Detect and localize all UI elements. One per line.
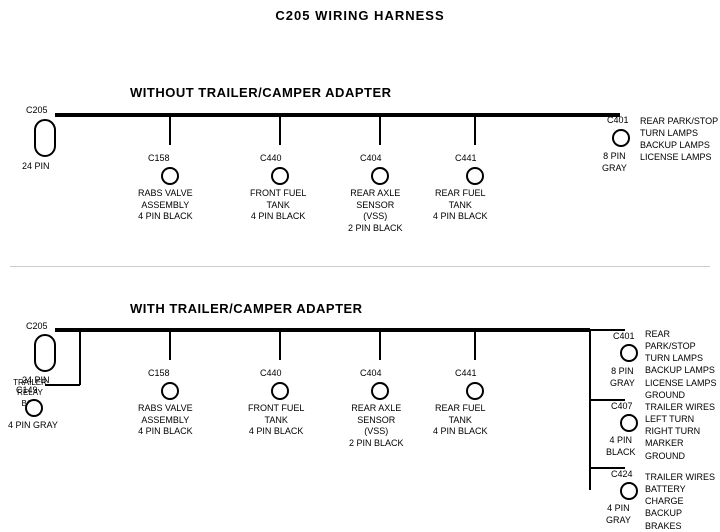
s1-c404-id: C404 xyxy=(360,153,382,165)
s1-right-connector-id: C401 xyxy=(607,115,629,127)
s2-c424-connector xyxy=(620,482,638,500)
page-title: C205 WIRING HARNESS xyxy=(0,0,720,23)
s2-c407-id: C407 xyxy=(611,401,633,413)
s1-left-connector xyxy=(34,119,56,157)
s2-c407-connector xyxy=(620,414,638,432)
s1-c158-connector xyxy=(161,167,179,185)
s1-c158-id: C158 xyxy=(148,153,170,165)
diagram-area: WITHOUT TRAILER/CAMPER ADAPTER C205 24 P… xyxy=(0,23,720,513)
s1-left-connector-pins: 24 PIN xyxy=(22,161,50,173)
s2-c424-id: C424 xyxy=(611,469,633,481)
s2-c441-label: REAR FUELTANK4 PIN BLACK xyxy=(433,403,488,438)
s2-c424-label: TRAILER WIRESBATTERY CHARGEBACKUPBRAKES xyxy=(645,471,720,532)
s2-c404-label: REAR AXLESENSOR(VSS)2 PIN BLACK xyxy=(349,403,404,450)
s2-left-connector-id: C205 xyxy=(26,321,48,333)
s2-c424-pins: 4 PINGRAY xyxy=(606,503,631,526)
s2-c441-id: C441 xyxy=(455,368,477,380)
s2-right-connector xyxy=(620,344,638,362)
s1-c158-label: RABS VALVEASSEMBLY4 PIN BLACK xyxy=(138,188,193,223)
s2-c149-id: C149 xyxy=(16,385,38,397)
s1-c440-connector xyxy=(271,167,289,185)
s2-c404-connector xyxy=(371,382,389,400)
s2-c149-pins: 4 PIN GRAY xyxy=(8,420,58,432)
s1-left-connector-id: C205 xyxy=(26,105,48,117)
s2-c158-connector xyxy=(161,382,179,400)
s2-c440-id: C440 xyxy=(260,368,282,380)
s1-right-connector-pins: 8 PINGRAY xyxy=(602,151,627,174)
divider xyxy=(10,266,710,267)
s2-c149-connector xyxy=(25,399,43,417)
s1-c441-connector xyxy=(466,167,484,185)
s2-c404-id: C404 xyxy=(360,368,382,380)
s1-c404-connector xyxy=(371,167,389,185)
s2-right-connector-id: C401 xyxy=(613,331,635,343)
section2-label: WITH TRAILER/CAMPER ADAPTER xyxy=(130,301,363,316)
s2-right-connector-pins: 8 PINGRAY xyxy=(610,366,635,389)
s2-c158-label: RABS VALVEASSEMBLY4 PIN BLACK xyxy=(138,403,193,438)
s2-c158-id: C158 xyxy=(148,368,170,380)
s1-c440-id: C440 xyxy=(260,153,282,165)
s2-c440-label: FRONT FUELTANK4 PIN BLACK xyxy=(248,403,304,438)
s2-c407-pins: 4 PINBLACK xyxy=(606,435,636,458)
s2-c441-connector xyxy=(466,382,484,400)
s1-right-connector xyxy=(612,129,630,147)
s1-c404-label: REAR AXLESENSOR(VSS)2 PIN BLACK xyxy=(348,188,403,235)
section1-label: WITHOUT TRAILER/CAMPER ADAPTER xyxy=(130,85,392,100)
s2-left-connector xyxy=(34,334,56,372)
s1-right-labels: REAR PARK/STOPTURN LAMPSBACKUP LAMPSLICE… xyxy=(640,115,718,164)
s1-c440-label: FRONT FUELTANK4 PIN BLACK xyxy=(250,188,306,223)
s2-right-labels-top: REAR PARK/STOPTURN LAMPSBACKUP LAMPSLICE… xyxy=(645,328,720,401)
s2-c407-label: TRAILER WIRESLEFT TURNRIGHT TURNMARKERGR… xyxy=(645,401,715,462)
s1-c441-label: REAR FUELTANK4 PIN BLACK xyxy=(433,188,488,223)
s1-c441-id: C441 xyxy=(455,153,477,165)
s2-c440-connector xyxy=(271,382,289,400)
